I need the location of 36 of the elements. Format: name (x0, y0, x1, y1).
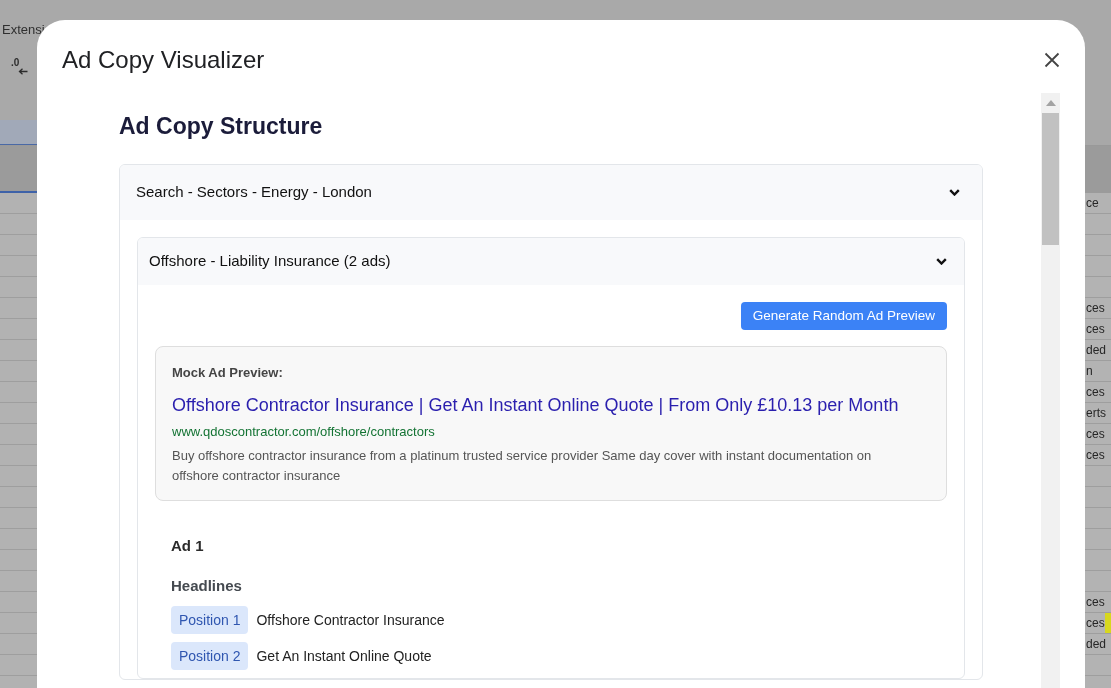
table-cell: ded (1085, 343, 1107, 357)
table-cell: ded (1085, 637, 1107, 651)
dialog-title: Ad Copy Visualizer (62, 45, 265, 75)
left-arrow-icon (18, 68, 28, 75)
table-cell: ces (1085, 301, 1105, 315)
table-cell: ces (1085, 595, 1105, 609)
accordion-header[interactable]: Search - Sectors - Energy - London (120, 165, 982, 220)
ad-url: www.qdoscontractor.com/offshore/contractors (172, 423, 436, 441)
ad-description: Buy offshore contractor insurance from a platinum trusted service provider Same day cover with instant documentation on offshore contractor insurance (172, 447, 873, 485)
accordion-header[interactable]: Offshore - Liability Insurance (2 ads) (138, 238, 964, 285)
close-button[interactable] (1044, 52, 1060, 68)
preview-label: Mock Ad Preview: (172, 364, 284, 382)
table-cell: ces (1085, 322, 1105, 336)
table-cell: erts (1085, 406, 1106, 420)
headlines-label: Headlines (171, 576, 243, 596)
position-badge: Position 2 (171, 642, 249, 670)
table-cell: ces (1085, 427, 1105, 441)
scrollbar-thumb[interactable] (1042, 113, 1059, 245)
table-cell: n (1085, 364, 1093, 378)
scroll-up-icon[interactable] (1045, 100, 1056, 106)
table-cell: ces (1085, 385, 1105, 399)
chevron-down-icon (936, 258, 947, 265)
table-cell: ces (1085, 616, 1105, 630)
headline-text: Get An Instant Online Quote (256, 646, 432, 666)
position-badge: Position 1 (171, 606, 249, 634)
decrease-decimal-button[interactable]: .0 (11, 57, 33, 79)
close-icon (1044, 52, 1060, 68)
scrollbar-track[interactable] (1041, 93, 1060, 688)
chevron-down-icon (949, 189, 960, 196)
headline-text: Offshore Contractor Insurance (256, 610, 445, 630)
section-heading: Ad Copy Structure (119, 112, 324, 140)
generate-preview-button[interactable]: Generate Random Ad Preview (740, 302, 947, 330)
ad-title: Ad 1 (171, 536, 205, 556)
table-cell: ces (1085, 448, 1105, 462)
ad-headline-link[interactable]: Offshore Contractor Insurance | Get An Instant Online Quote | From Only £10.13 per Month (172, 393, 899, 417)
table-cell: ce (1085, 196, 1099, 210)
